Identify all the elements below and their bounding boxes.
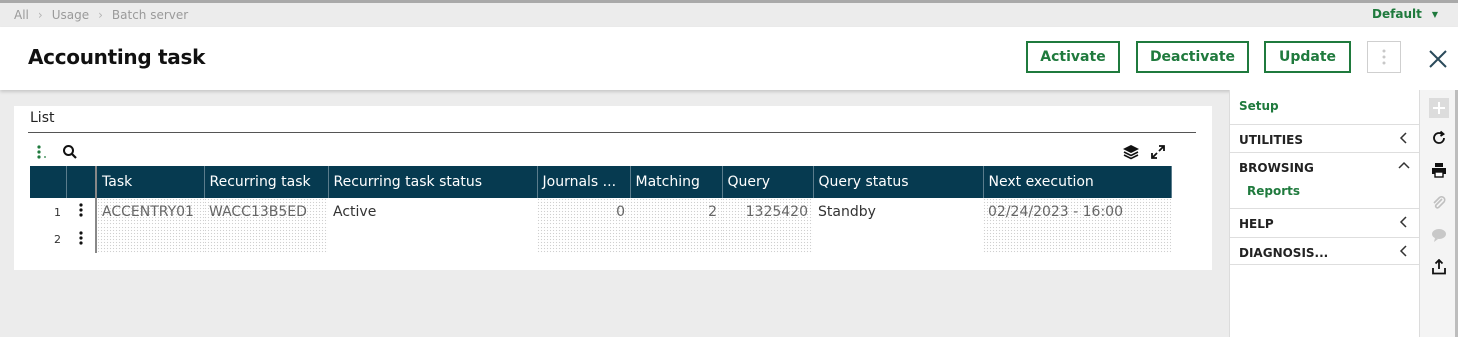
comment-icon[interactable]	[1429, 225, 1449, 245]
sidebar-section-utilities[interactable]: UTILITIES	[1230, 124, 1420, 152]
row-number: 1	[54, 205, 61, 219]
task-grid: Task Recurring task Recurring task statu…	[30, 166, 1172, 253]
layers-icon[interactable]	[1122, 144, 1140, 160]
column-header-task[interactable]: Task	[95, 166, 205, 198]
cell-task[interactable]: ACCENTRY01	[95, 198, 204, 226]
close-icon	[1429, 50, 1447, 68]
section-label: BROWSING	[1239, 161, 1314, 175]
activate-button[interactable]: Activate	[1026, 41, 1120, 73]
row-menu-button[interactable]	[66, 198, 96, 226]
list-panel: List Task Recurring task Recurring task …	[14, 106, 1212, 270]
section-label: UTILITIES	[1239, 133, 1303, 147]
refresh-icon[interactable]	[1429, 128, 1449, 148]
page-header: Accounting task Activate Deactivate Upda…	[0, 27, 1458, 90]
close-button[interactable]	[1426, 47, 1450, 71]
sidebar-setup-link[interactable]: Setup	[1239, 99, 1279, 113]
breadcrumb: All › Usage › Batch server	[14, 8, 188, 22]
caret-down-icon: ▼	[1431, 9, 1438, 19]
vertical-dots-icon	[1382, 49, 1386, 65]
row-menu-button[interactable]	[66, 226, 96, 253]
page-title: Accounting task	[28, 45, 206, 69]
chevron-up-icon	[1398, 161, 1410, 169]
search-icon[interactable]	[62, 144, 78, 160]
column-header-recurring-task-status[interactable]: Recurring task status	[328, 166, 538, 198]
column-settings-icon[interactable]	[36, 144, 48, 160]
column-header-next-execution[interactable]: Next execution	[983, 166, 1172, 198]
breadcrumb-batch-server[interactable]: Batch server	[112, 8, 188, 22]
attachment-icon[interactable]	[1429, 193, 1449, 213]
cell-recurring-task[interactable]: WACC13B5ED	[204, 198, 328, 226]
column-header-query-status[interactable]: Query status	[813, 166, 984, 198]
cell-query-status[interactable]	[813, 226, 983, 253]
cell-recurring-task-status[interactable]: Active	[328, 198, 537, 226]
divider	[28, 132, 1196, 133]
cell-matching[interactable]: 2	[630, 198, 722, 226]
sidebar-section-browsing[interactable]: BROWSING	[1230, 152, 1420, 208]
cell-next-execution[interactable]	[983, 226, 1171, 253]
table-row[interactable]: 1 ACCENTRY01 WACC13B5ED Active 0 2 13254…	[30, 198, 1171, 226]
cell-matching[interactable]	[630, 226, 722, 253]
table-row[interactable]: 2	[30, 226, 1171, 253]
cell-journals[interactable]: 0	[537, 198, 630, 226]
row-number: 2	[54, 233, 61, 246]
breadcrumb-all[interactable]: All	[14, 8, 29, 22]
column-header-recurring-task[interactable]: Recurring task	[204, 166, 329, 198]
cell-recurring-task[interactable]	[204, 226, 328, 253]
expand-icon[interactable]	[1150, 144, 1166, 160]
export-icon[interactable]	[1429, 257, 1449, 277]
row-menu-header	[66, 166, 97, 198]
sidebar-section-help[interactable]: HELP	[1230, 208, 1420, 236]
cell-recurring-task-status[interactable]	[328, 226, 537, 253]
chevron-right-icon: ›	[98, 8, 103, 22]
chevron-left-icon	[1399, 216, 1407, 228]
sidebar-section-diagnosis[interactable]: DIAGNOSIS...	[1230, 237, 1420, 265]
vertical-dots-icon	[78, 230, 83, 245]
cell-query[interactable]: 1325420	[722, 198, 813, 226]
chevron-right-icon: ›	[37, 8, 43, 22]
section-label: HELP	[1239, 217, 1274, 231]
profile-selector[interactable]: Default ▼	[1372, 7, 1438, 21]
deactivate-button[interactable]: Deactivate	[1136, 41, 1249, 73]
row-number-header	[30, 166, 67, 198]
update-button[interactable]: Update	[1264, 41, 1351, 73]
grid-toolbar-right	[1122, 144, 1166, 160]
column-header-matching[interactable]: Matching	[630, 166, 723, 198]
more-actions-button[interactable]	[1367, 41, 1401, 73]
cell-journals[interactable]	[537, 226, 630, 253]
column-header-journals[interactable]: Journals ...	[537, 166, 631, 198]
sidebar-link-reports[interactable]: Reports	[1247, 184, 1300, 198]
cell-task[interactable]	[95, 226, 204, 253]
breadcrumb-bar: All › Usage › Batch server Default ▼	[0, 3, 1458, 27]
section-label: DIAGNOSIS...	[1239, 246, 1329, 260]
list-title: List	[30, 110, 55, 126]
chevron-left-icon	[1399, 245, 1407, 257]
column-header-query[interactable]: Query	[722, 166, 814, 198]
chevron-left-icon	[1399, 132, 1407, 144]
print-icon[interactable]	[1429, 160, 1449, 180]
cell-query-status[interactable]: Standby	[813, 198, 983, 226]
vertical-dots-icon	[78, 203, 83, 217]
cell-query[interactable]	[722, 226, 813, 253]
grid-toolbar-left	[36, 144, 78, 160]
action-rail	[1419, 90, 1458, 337]
profile-label: Default	[1372, 7, 1422, 21]
right-sidebar: Setup UTILITIES BROWSING Reports HELP DI…	[1229, 90, 1420, 337]
plus-icon[interactable]	[1429, 98, 1449, 118]
breadcrumb-usage[interactable]: Usage	[52, 8, 89, 22]
cell-next-execution[interactable]: 02/24/2023 - 16:00	[983, 198, 1171, 226]
